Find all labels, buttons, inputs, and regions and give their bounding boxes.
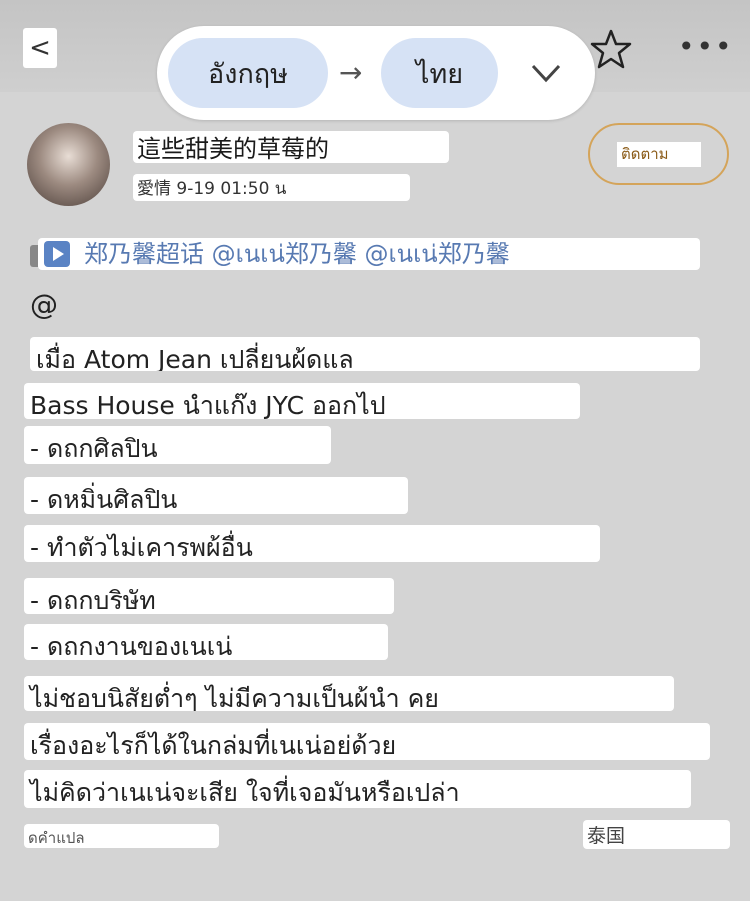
topic-text[interactable]: 郑乃馨超话 @เนเน่郑乃馨 @เนเน่郑乃馨 — [84, 238, 510, 270]
back-button[interactable]: < — [23, 28, 57, 68]
post-line: - ดถกศิลปิน — [24, 426, 331, 464]
post-line: เรื่องอะไรก็ได้ในกล่มที่เนเน่อย่ด้วย — [24, 723, 710, 760]
post-line: ไม่คิดว่าเนเน่จะเสีย ใจที่เจอมันหรือเปล่… — [24, 770, 691, 808]
post-line: - ดถกบริษัท — [24, 578, 394, 614]
language-selector[interactable]: อังกฤษ → ไทย — [157, 26, 595, 120]
translation-link[interactable]: ดคำแปล — [24, 824, 219, 848]
post-line: เมื่อ Atom Jean เปลี่ยนผ้ดแล — [30, 337, 700, 371]
avatar[interactable] — [27, 123, 110, 206]
location-label: 泰国 — [583, 820, 730, 849]
more-icon[interactable]: ••• — [678, 30, 734, 63]
mention-symbol: @ — [30, 288, 58, 321]
chevron-down-icon[interactable] — [529, 56, 563, 90]
source-language-button[interactable]: อังกฤษ — [168, 38, 328, 108]
star-icon[interactable] — [590, 28, 632, 70]
play-icon — [44, 241, 70, 267]
post-line: Bass House นำแก๊ง JYC ออกไป — [24, 383, 580, 419]
post-line: - ทำตัวไม่เคารพผ้อื่น — [24, 525, 600, 562]
topic-link[interactable]: 郑乃馨超话 @เนเน่郑乃馨 @เนเน่郑乃馨 — [38, 238, 700, 270]
topic-tab — [30, 245, 38, 267]
post-meta: 愛情 9-19 01:50 น — [133, 174, 410, 201]
arrow-right-icon: → — [339, 56, 363, 89]
username[interactable]: 這些甜美的草莓的 — [133, 131, 449, 163]
post-line: - ดถกงานของเนเน่ — [24, 624, 388, 660]
target-language-button[interactable]: ไทย — [381, 38, 498, 108]
follow-button[interactable]: ติดตาม — [588, 123, 729, 185]
follow-label: ติดตาม — [617, 142, 701, 167]
post-line: ไม่ชอบนิสัยต่ำๆ ไม่มีความเป็นผ้นำ คย — [24, 676, 674, 711]
post-line: - ดหมิ่นศิลปิน — [24, 477, 408, 514]
